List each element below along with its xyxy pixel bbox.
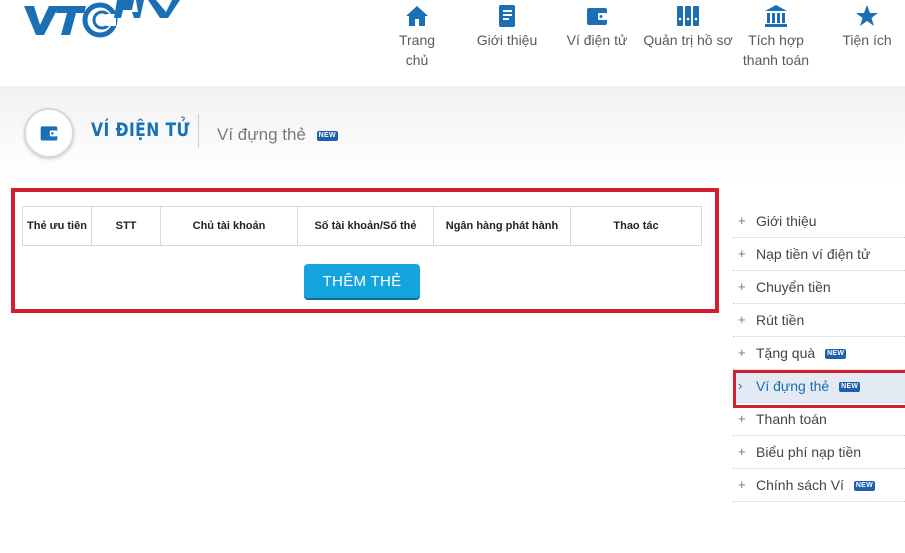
- plus-icon: +: [738, 312, 746, 327]
- nav-about[interactable]: Giới thiệu: [475, 0, 539, 50]
- sidebar-item-label: Nạp tiền ví điện tử: [756, 246, 871, 262]
- new-badge: NEW: [825, 349, 847, 360]
- title-divider: [198, 114, 199, 148]
- sidebar-item-topup-fees[interactable]: + Biểu phí nạp tiền: [733, 436, 905, 469]
- nav-about-label: Giới thiệu: [476, 32, 538, 48]
- card-table-panel: Thẻ ưu tiên STT Chủ tài khoản Số tài kho…: [11, 188, 719, 313]
- new-badge: NEW: [853, 481, 876, 492]
- nav-utilities-label: Tiện ích: [842, 32, 892, 48]
- table-header-row: Thẻ ưu tiên STT Chủ tài khoản Số tài kho…: [22, 206, 702, 246]
- nav-profile-admin[interactable]: Quản trị hồ sơ: [642, 0, 734, 50]
- plus-icon: +: [738, 279, 746, 294]
- col-account-number: Số tài khoản/Số thẻ: [297, 206, 434, 246]
- sidebar-item-label: Giới thiệu: [756, 213, 817, 229]
- star-icon: [856, 5, 878, 26]
- logo-graphic: [24, 0, 180, 38]
- active-item-highlight: [733, 370, 905, 408]
- binders-icon: [677, 6, 699, 26]
- plus-icon: +: [738, 477, 746, 492]
- sidebar-item-label: Biểu phí nạp tiền: [756, 444, 862, 460]
- sidebar-item-wallet-policy[interactable]: + Chính sách Ví NEW: [733, 469, 905, 502]
- nav-payment-integration-label-1: Tích hợp: [748, 32, 804, 48]
- section-title: VÍ ĐIỆN TỬ: [91, 119, 190, 141]
- vtcpay-logo[interactable]: [22, 0, 192, 40]
- col-priority-card: Thẻ ưu tiên: [22, 206, 92, 246]
- sidebar-item-transfer[interactable]: + Chuyển tiền: [733, 271, 905, 304]
- nav-home[interactable]: Trang chủ: [386, 0, 448, 70]
- col-account-holder: Chủ tài khoản: [160, 206, 298, 246]
- wallet-icon: [40, 126, 58, 141]
- sidebar-item-label: Chuyển tiền: [756, 279, 831, 295]
- sidebar-item-label: Thanh toán: [756, 411, 827, 427]
- nav-home-label: Trang chủ: [398, 32, 436, 68]
- header: Trang chủ Giới thiệu Ví điện tử Quản trị…: [0, 0, 905, 86]
- nav-profile-admin-label: Quản trị hồ sơ: [643, 32, 733, 48]
- sidebar-item-label: Rút tiền: [756, 312, 805, 328]
- col-actions: Thao tác: [570, 206, 702, 246]
- card-table: Thẻ ưu tiên STT Chủ tài khoản Số tài kho…: [22, 206, 702, 246]
- book-icon: [499, 5, 515, 27]
- sidebar-item-topup[interactable]: + Nạp tiền ví điện tử: [733, 238, 905, 271]
- col-index: STT: [91, 206, 161, 246]
- sidebar-item-about[interactable]: + Giới thiệu: [733, 205, 905, 238]
- home-icon: [406, 6, 428, 26]
- wallet-icon: [587, 8, 607, 25]
- sidebar-item-label: Tặng quà: [756, 345, 816, 361]
- sidebar-item-gift[interactable]: + Tặng quà NEW: [733, 337, 905, 370]
- sidebar-item-label: Chính sách Ví: [756, 477, 844, 493]
- add-card-button[interactable]: THÊM THẺ: [304, 264, 420, 298]
- nav-wallet[interactable]: Ví điện tử: [564, 0, 630, 50]
- sidebar-item-withdraw[interactable]: + Rút tiền: [733, 304, 905, 337]
- new-badge: NEW: [316, 130, 338, 141]
- plus-icon: +: [738, 444, 746, 459]
- plus-icon: +: [738, 246, 746, 261]
- col-issuing-bank: Ngân hàng phát hành: [433, 206, 571, 246]
- bank-icon: [765, 5, 787, 27]
- nav-payment-integration-label-2: thanh toán: [742, 52, 810, 68]
- nav-payment-integration[interactable]: Tích hợp thanh toán: [740, 0, 812, 70]
- nav-utilities[interactable]: Tiện ích: [838, 0, 896, 50]
- page-subtitle-text: Ví đựng thẻ: [217, 125, 306, 144]
- plus-icon: +: [738, 213, 746, 228]
- nav-wallet-label: Ví điện tử: [566, 32, 628, 48]
- sidebar: + Giới thiệu + Nạp tiền ví điện tử + Chu…: [733, 205, 905, 502]
- plus-icon: +: [738, 345, 746, 360]
- page-subtitle: Ví đựng thẻ NEW: [217, 125, 338, 145]
- section-icon-circle: [24, 108, 74, 158]
